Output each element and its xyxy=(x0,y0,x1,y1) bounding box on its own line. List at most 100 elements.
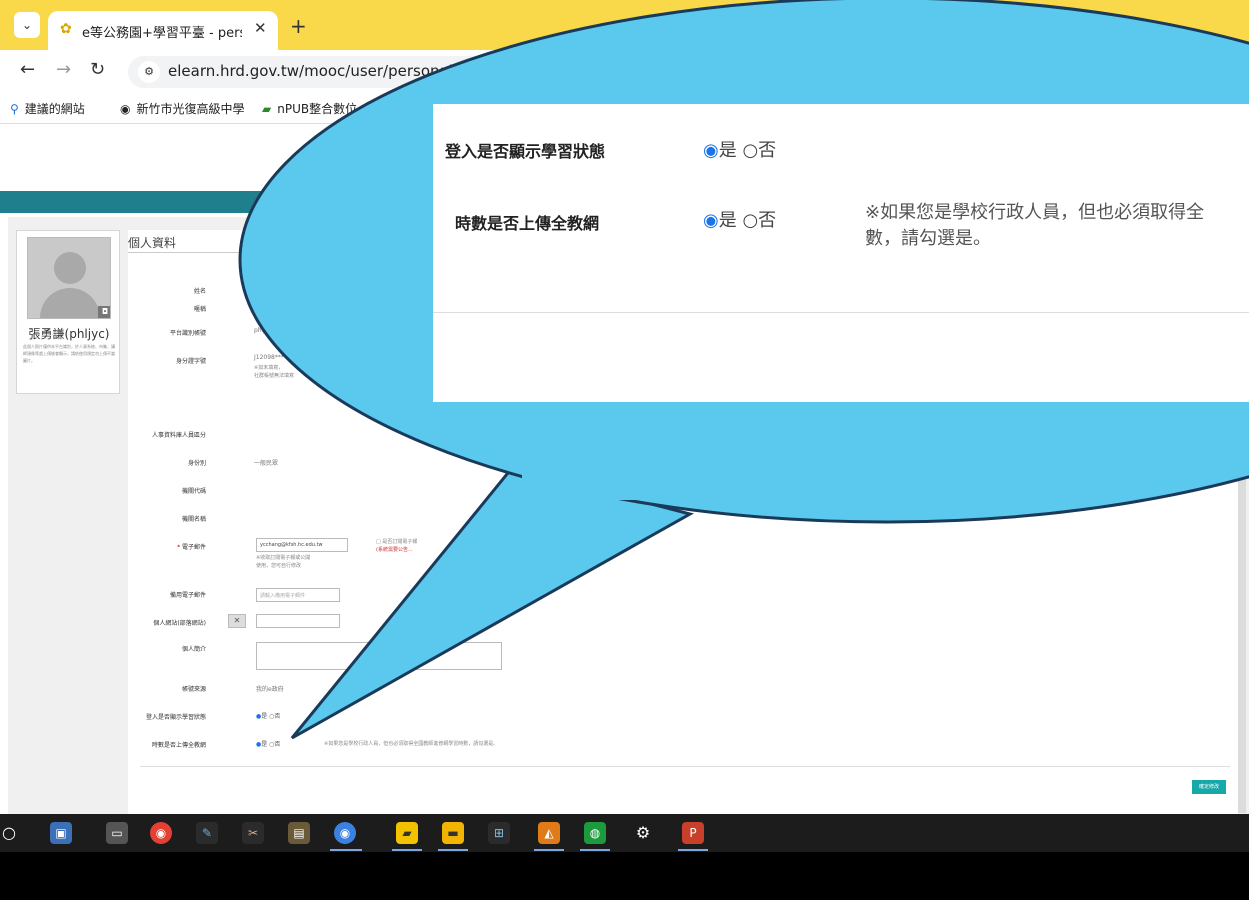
active-indicator xyxy=(438,849,468,851)
confirm-button[interactable]: 確定修改 xyxy=(1192,780,1226,794)
paint-icon[interactable]: ✎ xyxy=(196,822,218,844)
radio-no-label: 否 xyxy=(274,741,281,748)
tool-icon[interactable]: ✂ xyxy=(242,822,264,844)
label-upload-hours: 時數是否上傳全教網 xyxy=(151,742,206,749)
globe-icon: ◉ xyxy=(120,102,131,116)
divider xyxy=(140,766,1230,767)
zoom-no-label: 否 xyxy=(758,140,777,161)
zoom-label-show-status: 登入是否顯示學習狀態 xyxy=(445,142,606,161)
zoom-note-line-1: ※如果您是學校行政人員，但也必須取得全 xyxy=(865,202,1205,223)
back-arrow-icon[interactable]: ← xyxy=(20,59,35,80)
avatar-head xyxy=(54,252,86,284)
subscribe-note: (系統需要公告... xyxy=(376,547,413,553)
reload-icon[interactable]: ↻ xyxy=(90,59,105,80)
search-circle-icon[interactable]: ○ xyxy=(0,822,18,844)
radio-selected-icon[interactable]: ◉ xyxy=(703,210,719,231)
profile-name: 張勇謙(phljyc) xyxy=(28,327,110,341)
email-input[interactable]: ycchang@kfsh.hc.edu.tw xyxy=(256,538,348,552)
file-explorer-icon[interactable]: ▬ xyxy=(442,822,464,844)
zoom-yes-label: 是 xyxy=(718,210,737,231)
bookmark-npub[interactable]: ▰ nPUB整合數位 xyxy=(262,100,357,117)
sticky-notes-icon[interactable]: ▰ xyxy=(396,822,418,844)
label-nickname: 暱稱 xyxy=(193,306,206,313)
terminal-icon[interactable]: ▭ xyxy=(106,822,128,844)
network-app-icon[interactable]: ▣ xyxy=(50,822,72,844)
active-indicator xyxy=(330,849,362,851)
radio-yes-label: 是 xyxy=(261,713,268,720)
label-account: 平台識別帳號 xyxy=(169,330,206,337)
settings-gear-icon[interactable]: ⚙ xyxy=(632,822,654,844)
panel-title: 個人資料 xyxy=(128,236,177,250)
upload-hours-note: ※如果您是學校行政人員，但也必須取得全國教師進修網學習時數，請勾選是。 xyxy=(324,741,499,747)
folder-icon: ▰ xyxy=(262,102,272,116)
chrome-icon[interactable]: ◉ xyxy=(150,822,172,844)
value-id-number: J12098**** xyxy=(254,354,287,361)
value-account: phlj xyxy=(254,327,265,334)
zoom-label-upload-hours: 時數是否上傳全教網 xyxy=(455,214,600,233)
id-note-2: 社群帳號無法填寫 xyxy=(254,373,295,379)
upload-hours-radios[interactable]: ●是 ○否 xyxy=(256,739,280,748)
zoom-upload-hours-radios[interactable]: ◉是 ○否 xyxy=(703,206,776,232)
zoom-show-status-radios[interactable]: ◉是 ○否 xyxy=(703,136,776,162)
zoom-yes-label: 是 xyxy=(718,140,737,161)
label-hr-category: 人事資料庫人員區分 xyxy=(151,432,206,439)
tab-title: e等公務園+學習平臺 - persona xyxy=(82,26,242,41)
radio-selected-icon[interactable]: ◉ xyxy=(703,140,719,161)
tab-search-button[interactable]: ⌄ xyxy=(14,12,40,38)
subscribe-checkbox[interactable]: □ 是否訂閱電子報 xyxy=(376,538,417,546)
active-indicator xyxy=(534,849,564,851)
avatar[interactable]: ◘ xyxy=(27,237,111,319)
label-org-name: 機關名稱 xyxy=(181,516,206,523)
email-note-2: 使用，您可自行修改 xyxy=(256,563,302,569)
zoom-note-line-2: 數，請勾選是。 xyxy=(865,228,991,249)
forward-arrow-icon[interactable]: → xyxy=(56,59,71,80)
browser-tab-bar: ⌄ ✿ e等公務園+學習平臺 - persona ✕ + xyxy=(0,0,1249,50)
network-icon[interactable]: ⊞ xyxy=(488,822,510,844)
label-email: * 電子郵件 xyxy=(126,542,206,551)
backup-email-input[interactable]: 請輸入備用電子郵件 xyxy=(256,588,340,602)
tab-close-icon[interactable]: ✕ xyxy=(254,19,267,37)
windows-taskbar: ○ ▣ ▭ ◉ ✎ ✂ ▤ ◉ ▰ ▬ ⊞ ◭ ◍ ⚙ P xyxy=(0,814,1249,852)
bookmark-label: 新竹市光復高級中學 xyxy=(136,102,245,116)
active-indicator xyxy=(392,849,422,851)
label-website: 個人網站(部落網站) xyxy=(153,620,206,627)
site-info-icon[interactable]: ⚙ xyxy=(138,61,160,83)
search-icon: ⚲ xyxy=(10,102,19,116)
browser-toolbar: ← → ↻ ⚙ elearn.hrd.gov.tw/mooc/user/pers… xyxy=(0,50,1249,92)
website-input[interactable] xyxy=(256,614,340,628)
new-tab-button[interactable]: + xyxy=(290,14,307,38)
bookmark-school[interactable]: ◉ 新竹市光復高級中學 xyxy=(120,100,245,117)
radio-no-label: 否 xyxy=(274,713,281,720)
zoom-no-label: 否 xyxy=(758,210,777,231)
show-status-radios[interactable]: ●是 ○否 xyxy=(256,711,280,720)
camera-icon[interactable]: ◘ xyxy=(98,306,110,318)
screen-bottom-edge xyxy=(0,852,1249,900)
id-note-1: ※如未填寫， xyxy=(254,365,284,371)
value-identity: 一般民眾 xyxy=(254,460,279,467)
label-account-source: 帳號來源 xyxy=(181,686,206,693)
zoom-upload-note: ※如果您是學校行政人員，但也必須取得全 數，請勾選是。 xyxy=(865,200,1249,252)
profile-note: 此個人照片僅供本平台識別，於人資系統、市集、講師頭像等處上傳後會顯示，請依使用規… xyxy=(23,344,115,363)
chrome-profile-icon[interactable]: ◉ xyxy=(334,822,356,844)
label-identity: 身份別 xyxy=(187,460,206,467)
label-name: 姓名 xyxy=(193,288,206,295)
film-icon[interactable]: ▤ xyxy=(288,822,310,844)
address-bar[interactable]: ⚙ elearn.hrd.gov.tw/mooc/user/personal.p… xyxy=(128,56,1228,88)
url-text: elearn.hrd.gov.tw/mooc/user/personal.ph xyxy=(168,62,477,80)
label-org-code: 機關代碼 xyxy=(181,488,206,495)
app-orange-icon[interactable]: ◭ xyxy=(538,822,560,844)
label-backup-email: 備用電子郵件 xyxy=(169,592,206,599)
label-show-status: 登入是否顯示學習狀態 xyxy=(145,714,206,721)
label-email-text: 電子郵件 xyxy=(181,544,206,551)
site-favicon-icon: ✿ xyxy=(60,21,72,37)
line-icon[interactable]: ◍ xyxy=(584,822,606,844)
clear-website-button[interactable]: ✕ xyxy=(228,614,246,628)
value-account-source: 我的e政府 xyxy=(256,686,284,693)
browser-tab[interactable]: ✿ e等公務園+學習平臺 - persona ✕ xyxy=(48,11,278,50)
active-indicator xyxy=(678,849,708,851)
bookmark-suggested-sites[interactable]: ⚲ 建議的網站 xyxy=(10,100,85,117)
bookmark-label: 建議的網站 xyxy=(24,102,85,116)
powerpoint-icon[interactable]: P xyxy=(682,822,704,844)
bio-textarea[interactable] xyxy=(256,642,502,670)
label-bio: 個人簡介 xyxy=(181,646,206,653)
